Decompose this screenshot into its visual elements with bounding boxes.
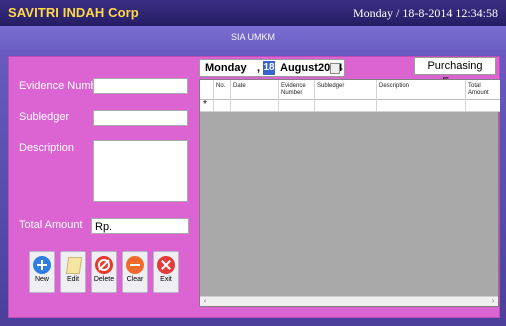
total-amount-label: Total Amount <box>19 219 83 231</box>
date-picker[interactable]: Monday , 18 August 2014 <box>199 59 345 77</box>
title-bar: SAVITRI INDAH Corp Monday / 18-8-2014 12… <box>0 0 506 26</box>
date-day-name: Monday <box>205 62 247 74</box>
column-total-amount[interactable]: Total Amount <box>466 80 500 100</box>
total-amount-field[interactable]: Rp. <box>91 218 189 234</box>
new-button[interactable]: New <box>29 251 55 293</box>
horizontal-scrollbar[interactable]: ‹ › <box>200 296 498 306</box>
new-button-label: New <box>34 276 49 283</box>
entry-form: Evidence Number Subledger Description To… <box>9 57 199 317</box>
edit-button-label: Edit <box>66 276 80 283</box>
delete-button-label: Delete <box>93 276 115 283</box>
close-icon <box>157 256 175 274</box>
column-subledger[interactable]: Subledger <box>315 80 377 100</box>
app-window: SAVITRI INDAH Corp Monday / 18-8-2014 12… <box>0 0 506 326</box>
new-row-cell-total[interactable] <box>466 100 500 112</box>
column-description[interactable]: Description <box>377 80 466 100</box>
new-row-cell-date[interactable] <box>231 100 279 112</box>
description-field[interactable] <box>93 140 188 202</box>
edit-button[interactable]: Edit <box>60 251 86 293</box>
no-entry-icon <box>95 256 113 274</box>
purchasing-form-title: Purchasing Form <box>414 57 496 88</box>
main-panel: Evidence Number Subledger Description To… <box>8 56 500 318</box>
new-row-header: * <box>200 99 214 112</box>
clear-button[interactable]: Clear <box>122 251 148 293</box>
new-row-cell-no[interactable] <box>214 100 231 112</box>
date-comma: , <box>257 62 261 74</box>
exit-button-label: Exit <box>160 276 172 283</box>
subledger-field[interactable] <box>93 110 188 126</box>
description-label: Description <box>19 142 75 154</box>
scroll-right-icon[interactable]: › <box>489 298 497 306</box>
exit-button[interactable]: Exit <box>153 251 179 293</box>
datetime-display: Monday / 18-8-2014 12:34:58 <box>353 6 498 20</box>
scroll-left-icon[interactable]: ‹ <box>201 298 209 306</box>
evidence-number-field[interactable] <box>93 78 188 94</box>
subtitle: SIA UMKM <box>230 32 275 42</box>
plus-icon <box>33 256 51 274</box>
purchase-grid[interactable]: No. Date Evidence Number Subledger Descr… <box>199 79 500 307</box>
new-row-cell-description[interactable] <box>377 100 466 112</box>
sub-title-bar: SIA UMKM <box>0 26 506 50</box>
grid-header: No. Date Evidence Number Subledger Descr… <box>200 80 500 100</box>
subledger-label: Subledger <box>19 111 70 123</box>
app-title: SAVITRI INDAH Corp <box>8 5 139 20</box>
date-day-number[interactable]: 18 <box>263 61 275 75</box>
new-row-marker: * <box>203 99 207 110</box>
date-month[interactable]: August <box>280 62 318 74</box>
minus-icon <box>126 256 144 274</box>
document-icon <box>64 256 82 274</box>
new-row-cell-evidence[interactable] <box>279 100 315 112</box>
delete-button[interactable]: Delete <box>91 251 117 293</box>
row-header-column <box>200 80 214 100</box>
new-row[interactable]: * <box>200 99 500 112</box>
calendar-dropdown-icon[interactable] <box>330 63 340 74</box>
clear-button-label: Clear <box>126 276 144 283</box>
column-evidence-number[interactable]: Evidence Number <box>279 80 315 100</box>
grid-panel: Monday , 18 August 2014 Purchasing Form … <box>197 57 500 317</box>
column-no[interactable]: No. <box>214 80 231 100</box>
new-row-cell-subledger[interactable] <box>315 100 377 112</box>
column-date[interactable]: Date <box>231 80 279 100</box>
